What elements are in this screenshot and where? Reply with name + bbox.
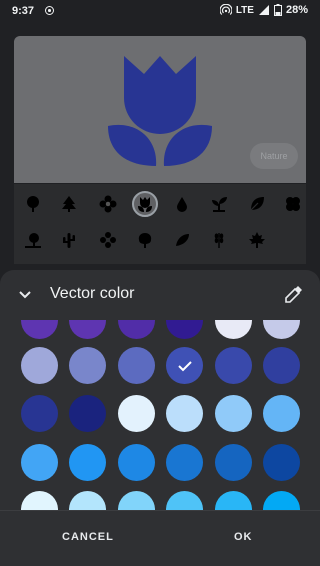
status-bar: 9:37 LTE 28% — [0, 0, 320, 24]
color-swatch[interactable] — [69, 347, 106, 384]
leaf-icon[interactable] — [244, 191, 270, 217]
tree-icon[interactable] — [132, 227, 158, 253]
color-swatch[interactable] — [21, 395, 58, 432]
color-swatch[interactable] — [69, 444, 106, 481]
color-swatch[interactable] — [263, 395, 300, 432]
color-swatch[interactable] — [166, 320, 203, 339]
color-swatch[interactable] — [21, 444, 58, 481]
color-swatch[interactable] — [21, 347, 58, 384]
color-swatch[interactable] — [263, 444, 300, 481]
color-swatch[interactable] — [69, 395, 106, 432]
icon-picker-strip — [14, 184, 306, 264]
record-icon — [45, 6, 54, 15]
color-swatch[interactable] — [118, 320, 155, 339]
color-swatch[interactable] — [21, 320, 58, 339]
network-type: LTE — [235, 4, 254, 16]
sheet-header: Vector color — [0, 270, 320, 320]
color-swatch[interactable] — [263, 491, 300, 510]
tulip-icon[interactable] — [132, 191, 158, 217]
color-swatch[interactable] — [69, 491, 106, 510]
vector-color-sheet: Vector color CANCEL OK — [0, 270, 320, 566]
hotspot-icon — [219, 4, 232, 15]
color-swatch[interactable] — [118, 491, 155, 510]
sheet-title: Vector color — [50, 285, 135, 302]
color-swatch[interactable] — [215, 444, 252, 481]
color-swatch[interactable] — [118, 347, 155, 384]
cactus-icon[interactable] — [56, 227, 82, 253]
chevron-down-icon[interactable] — [16, 286, 34, 304]
color-swatch[interactable] — [263, 320, 300, 339]
color-swatch[interactable] — [215, 491, 252, 510]
clock: 9:37 — [12, 5, 35, 17]
leaf-drop-icon[interactable] — [169, 191, 195, 217]
battery-percent: 28% — [285, 4, 308, 16]
pine-tree-icon[interactable] — [56, 191, 82, 217]
category-chip[interactable]: Nature — [250, 143, 298, 169]
color-swatch[interactable] — [69, 320, 106, 339]
color-swatch[interactable] — [118, 395, 155, 432]
battery-icon — [273, 4, 282, 16]
color-swatch[interactable] — [263, 347, 300, 384]
color-swatch[interactable] — [166, 395, 203, 432]
tulip-icon — [108, 56, 212, 166]
wheat-icon[interactable] — [206, 227, 232, 253]
color-swatch[interactable] — [215, 395, 252, 432]
eyedropper-icon[interactable] — [284, 284, 304, 304]
color-swatch[interactable] — [118, 444, 155, 481]
check-icon — [166, 347, 203, 384]
clover-icon[interactable] — [280, 191, 306, 217]
color-swatch[interactable] — [21, 491, 58, 510]
landscape-icon[interactable] — [20, 227, 46, 253]
ok-button[interactable]: OK — [234, 531, 253, 543]
flower-icon[interactable] — [95, 191, 121, 217]
color-swatch[interactable] — [215, 347, 252, 384]
feather-icon[interactable] — [169, 227, 195, 253]
signal-icon — [258, 5, 269, 15]
sheet-actions: CANCEL OK — [0, 510, 320, 566]
cancel-button[interactable]: CANCEL — [62, 531, 114, 543]
status-icons: LTE 28% — [219, 4, 308, 16]
tree-round-icon[interactable] — [20, 191, 46, 217]
color-swatch[interactable] — [215, 320, 252, 339]
maple-leaf-icon[interactable] — [244, 227, 270, 253]
color-swatch[interactable] — [166, 444, 203, 481]
icon-preview: Nature — [14, 36, 306, 183]
color-swatch-grid — [0, 320, 320, 510]
color-swatch[interactable] — [166, 347, 203, 384]
color-swatch[interactable] — [166, 491, 203, 510]
sprout-icon[interactable] — [206, 191, 232, 217]
flower-outline-icon[interactable] — [95, 227, 121, 253]
